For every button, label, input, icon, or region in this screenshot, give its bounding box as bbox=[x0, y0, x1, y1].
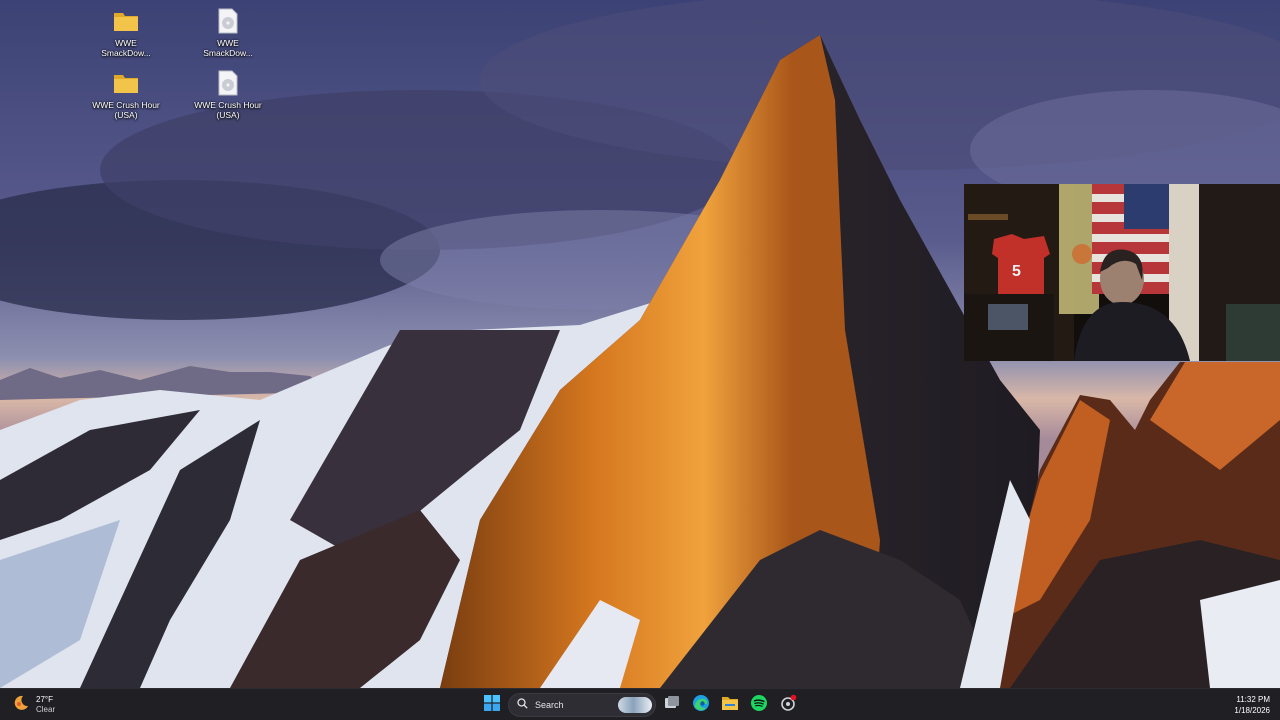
clock-date: 1/18/2026 bbox=[1234, 706, 1270, 715]
disc-image-icon bbox=[213, 68, 243, 98]
search-icon bbox=[517, 696, 528, 714]
webcam-overlay: 5 bbox=[964, 184, 1280, 361]
weather-condition: Clear bbox=[36, 705, 56, 714]
desktop-icon-label: WWE Crush Hour (USA) bbox=[194, 100, 262, 120]
svg-text:5: 5 bbox=[1012, 263, 1021, 280]
spotify-button[interactable] bbox=[747, 693, 771, 717]
search-highlight-image bbox=[618, 697, 652, 713]
clock-time: 11:32 PM bbox=[1236, 695, 1270, 704]
folder-icon bbox=[111, 68, 141, 98]
app-with-notification-button[interactable] bbox=[776, 693, 800, 717]
file-explorer-button[interactable] bbox=[718, 693, 742, 717]
gear-notification-icon bbox=[779, 694, 797, 717]
weather-widget[interactable]: 27°F Clear bbox=[12, 693, 55, 717]
task-view-button[interactable] bbox=[660, 693, 684, 717]
edge-browser-icon bbox=[692, 694, 710, 717]
desktop-icon-label: WWE Crush Hour (USA) bbox=[92, 100, 160, 120]
taskbar: 27°F Clear Search 11:32 PM 1/18/2026 bbox=[0, 688, 1280, 720]
folder-icon bbox=[111, 6, 141, 36]
start-button[interactable] bbox=[480, 693, 504, 717]
webcam-feed-image: 5 bbox=[964, 184, 1280, 361]
desktop-icon-label: WWE SmackDow... bbox=[101, 38, 151, 58]
moon-weather-icon bbox=[12, 694, 30, 717]
task-view-icon bbox=[664, 695, 680, 716]
desktop-icon-wwe-smackdown-disc[interactable]: WWE SmackDow... bbox=[190, 6, 266, 58]
weather-temperature: 27°F bbox=[36, 695, 53, 704]
system-clock[interactable]: 11:32 PM 1/18/2026 bbox=[1210, 694, 1270, 716]
desktop-icon-wwe-crush-hour-folder[interactable]: WWE Crush Hour (USA) bbox=[88, 68, 164, 120]
disc-image-icon bbox=[213, 6, 243, 36]
desktop-icon-wwe-crush-hour-disc[interactable]: WWE Crush Hour (USA) bbox=[190, 68, 266, 120]
search-label: Search bbox=[535, 700, 564, 710]
desktop-icon-wwe-smackdown-folder[interactable]: WWE SmackDow... bbox=[88, 6, 164, 58]
spotify-icon bbox=[750, 694, 768, 717]
windows-start-icon bbox=[484, 694, 500, 716]
taskbar-search[interactable]: Search bbox=[508, 693, 656, 717]
desktop-icon-label: WWE SmackDow... bbox=[203, 38, 253, 58]
folder-icon bbox=[721, 695, 739, 716]
edge-browser-button[interactable] bbox=[689, 693, 713, 717]
